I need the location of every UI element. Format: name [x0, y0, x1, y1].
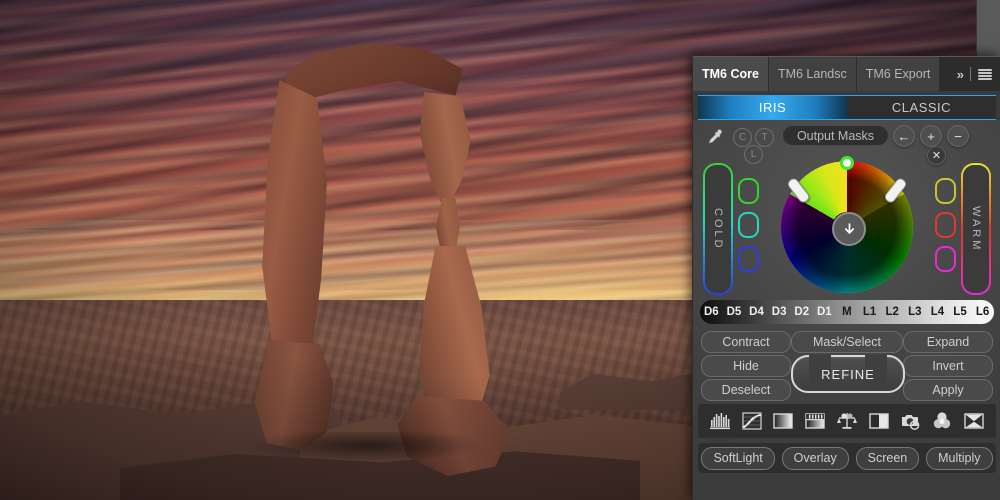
app-window: TM6 Core TM6 Landsc TM6 Export » IRIS CL… [0, 0, 1000, 500]
warm-slider[interactable]: WARM [961, 163, 991, 295]
warm-slider-label: WARM [970, 205, 982, 253]
refine-button-label: REFINE [821, 366, 875, 382]
warm-swatch-yellow[interactable] [935, 178, 956, 204]
blend-screen-button[interactable]: Screen [855, 446, 920, 470]
warm-swatch-red[interactable] [935, 212, 956, 238]
lum-zone-l4[interactable]: L4 [926, 300, 949, 324]
cold-swatch-cyan[interactable] [738, 212, 759, 238]
panel-tab-bar: TM6 Core TM6 Landsc TM6 Export » [693, 57, 1000, 91]
tm6-panel: TM6 Core TM6 Landsc TM6 Export » IRIS CL… [692, 56, 1000, 500]
mask-actions: Contract Hide Deselect Mask/Select Expan… [693, 328, 1000, 404]
cold-swatch-green[interactable] [738, 178, 759, 204]
tab-tm6-export[interactable]: TM6 Export [856, 57, 941, 91]
color-wheel[interactable] [781, 156, 913, 293]
invert-button[interactable]: Invert [903, 355, 993, 377]
refine-button[interactable]: REFINE [791, 355, 905, 393]
gradient-icon[interactable] [772, 411, 794, 431]
tab-bar-spacer [940, 57, 953, 91]
blend-mode-row: SoftLight Overlay Screen Multiply [698, 443, 996, 473]
tab-tm6-landscape[interactable]: TM6 Landsc [768, 57, 857, 91]
color-wheel-top-handle[interactable] [840, 156, 854, 170]
lum-zone-d5[interactable]: D5 [723, 300, 746, 324]
lum-zone-d2[interactable]: D2 [790, 300, 813, 324]
color-wheel-area: COLD WARM [693, 156, 1000, 298]
blend-softlight-button[interactable]: SoftLight [701, 446, 775, 470]
color-wheel-hub[interactable] [832, 212, 866, 246]
lum-zone-d4[interactable]: D4 [745, 300, 768, 324]
tab-bar-divider [970, 67, 971, 81]
panel-body: C T L Output Masks ← + − ✕ COLD WARM D6 … [693, 120, 1000, 500]
levels-icon[interactable] [804, 411, 826, 431]
channel-mixer-icon[interactable] [931, 411, 953, 431]
hide-button[interactable]: Hide [701, 355, 791, 377]
deselect-button[interactable]: Deselect [701, 379, 791, 401]
color-balance-icon[interactable] [836, 411, 858, 431]
curves-icon[interactable] [741, 411, 763, 431]
double-chevron-right-icon[interactable]: » [957, 67, 964, 82]
eyedropper-icon[interactable] [705, 128, 723, 146]
output-masks-field[interactable]: Output Masks [783, 126, 888, 145]
mode-classic[interactable]: CLASSIC [847, 96, 996, 119]
adjustment-icon-strip [698, 404, 996, 438]
histogram-icon[interactable] [709, 411, 731, 431]
lum-zone-d1[interactable]: D1 [813, 300, 836, 324]
split-tone-icon[interactable] [868, 411, 890, 431]
lum-zone-l1[interactable]: L1 [858, 300, 881, 324]
cold-slider[interactable]: COLD [703, 163, 733, 295]
mode-iris[interactable]: IRIS [698, 96, 847, 119]
luminosity-zone-row: D6 D5 D4 D3 D2 D1 M L1 L2 L3 L4 L5 L6 [700, 300, 994, 324]
remove-mask-button[interactable]: − [947, 125, 969, 147]
blend-overlay-button[interactable]: Overlay [781, 446, 849, 470]
gradient-map-icon[interactable] [963, 411, 985, 431]
button-c[interactable]: C [733, 128, 752, 147]
hamburger-menu-icon[interactable] [978, 68, 992, 80]
lum-zone-l3[interactable]: L3 [903, 300, 926, 324]
lum-zone-l5[interactable]: L5 [949, 300, 972, 324]
lum-zone-l2[interactable]: L2 [881, 300, 904, 324]
blend-multiply-button[interactable]: Multiply [926, 446, 993, 470]
button-t[interactable]: T [755, 128, 774, 147]
mode-toggle-bar: IRIS CLASSIC [698, 95, 996, 120]
cold-swatch-blue[interactable] [738, 246, 759, 272]
warm-swatch-magenta[interactable] [935, 246, 956, 272]
expand-button[interactable]: Expand [903, 331, 993, 353]
contract-button[interactable]: Contract [701, 331, 791, 353]
back-button[interactable]: ← [893, 125, 915, 147]
add-mask-button[interactable]: + [920, 125, 942, 147]
camera-raw-icon[interactable] [899, 411, 921, 431]
tab-bar-controls: » [952, 57, 1000, 91]
tab-tm6-core[interactable]: TM6 Core [693, 57, 769, 91]
lum-zone-l6[interactable]: L6 [971, 300, 994, 324]
lum-zone-d3[interactable]: D3 [768, 300, 791, 324]
cold-slider-label: COLD [712, 207, 724, 251]
down-arrow-icon [844, 222, 854, 234]
mask-select-button[interactable]: Mask/Select [791, 331, 903, 353]
apply-button[interactable]: Apply [903, 379, 993, 401]
lum-zone-m[interactable]: M [836, 300, 859, 324]
lum-zone-d6[interactable]: D6 [700, 300, 723, 324]
output-masks-toolbar: C T L Output Masks ← + − ✕ [693, 120, 1000, 165]
